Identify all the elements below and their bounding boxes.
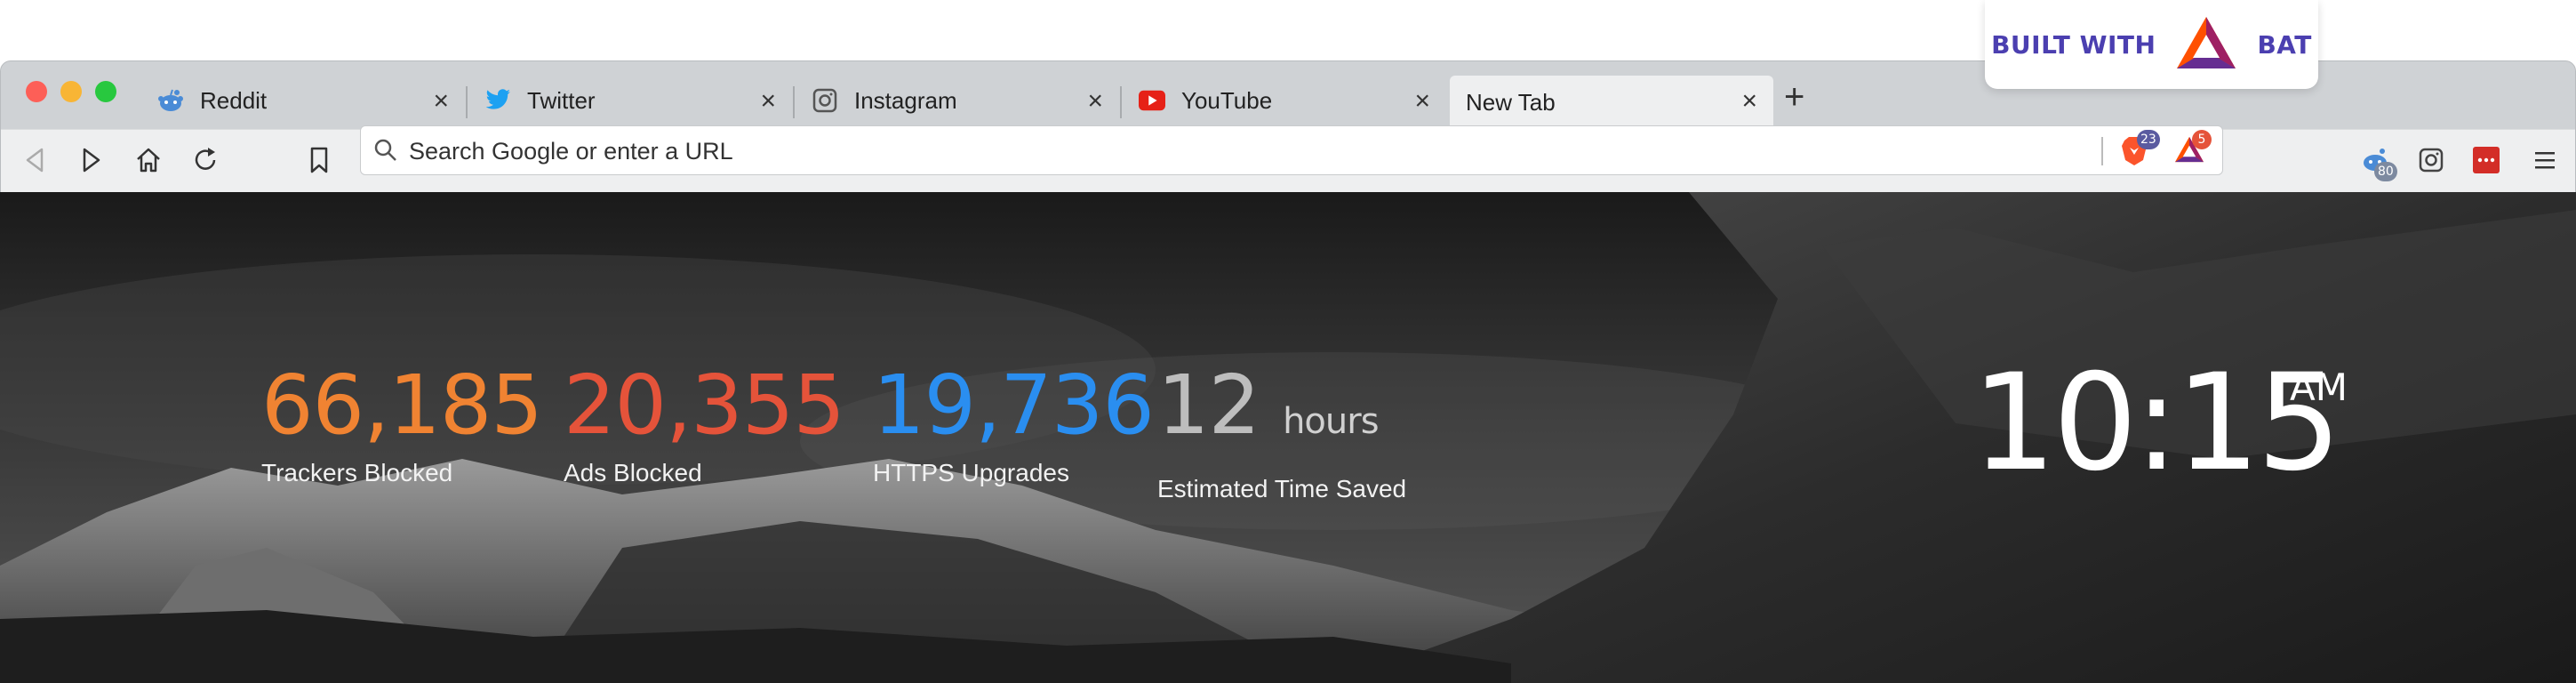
tab-label: Instagram bbox=[854, 86, 957, 114]
new-tab-page: 66,185 Trackers Blocked 20,355 Ads Block… bbox=[0, 192, 2576, 683]
forward-arrow-icon bbox=[83, 148, 100, 173]
tab-separator bbox=[466, 86, 468, 118]
close-tab-icon[interactable]: × bbox=[760, 86, 776, 117]
clock: 10:15 AM bbox=[1972, 346, 2348, 501]
brave-shield-count: 23 bbox=[2137, 130, 2160, 149]
close-tab-icon[interactable]: × bbox=[1087, 86, 1103, 117]
time-saved-label: Estimated Time Saved bbox=[1157, 475, 1407, 502]
clock-ampm: AM bbox=[2290, 366, 2348, 409]
reload-icon bbox=[195, 148, 216, 170]
lastpass-extension-button[interactable] bbox=[2470, 144, 2502, 176]
home-button[interactable] bbox=[132, 144, 164, 176]
new-tab-button[interactable]: + bbox=[1784, 77, 1804, 117]
bat-brand-text: BAT bbox=[2257, 29, 2312, 60]
time-saved-stat: 12 hours Estimated Time Saved bbox=[1157, 361, 1406, 503]
youtube-icon bbox=[1139, 87, 1165, 114]
home-icon bbox=[137, 148, 160, 173]
instagram-icon bbox=[812, 87, 838, 114]
time-saved-value: 12 bbox=[1157, 358, 1260, 453]
instagram-icon bbox=[2419, 148, 2444, 173]
trackers-blocked-label: Trackers Blocked bbox=[261, 459, 453, 486]
forward-button[interactable] bbox=[76, 144, 108, 176]
ads-blocked-stat: 20,355 Ads Blocked bbox=[564, 358, 845, 487]
close-tab-icon[interactable]: × bbox=[433, 86, 449, 117]
reload-button[interactable] bbox=[189, 144, 221, 176]
tab-youtube[interactable]: YouTube × bbox=[1123, 76, 1446, 125]
tab-instagram[interactable]: Instagram × bbox=[796, 76, 1119, 125]
brave-shields-button[interactable]: 23 bbox=[2119, 130, 2160, 167]
hamburger-menu-icon bbox=[2535, 152, 2555, 169]
close-tab-icon[interactable]: × bbox=[1741, 86, 1757, 117]
trackers-blocked-value: 66,185 bbox=[261, 358, 543, 453]
tab-label: Twitter bbox=[527, 86, 596, 114]
tab-label: Reddit bbox=[200, 86, 268, 114]
ads-blocked-label: Ads Blocked bbox=[564, 459, 702, 486]
menu-button[interactable] bbox=[2529, 144, 2561, 176]
tab-twitter[interactable]: Twitter × bbox=[468, 76, 792, 125]
time-saved-unit: hours bbox=[1283, 401, 1379, 442]
close-window-button[interactable] bbox=[26, 81, 47, 102]
tab-separator bbox=[793, 86, 795, 118]
minimize-window-button[interactable] bbox=[60, 81, 82, 102]
bat-rewards-count: 5 bbox=[2192, 130, 2212, 149]
back-arrow-icon bbox=[26, 148, 44, 173]
tab-new-tab[interactable]: New Tab × bbox=[1450, 76, 1773, 129]
bookmark-icon bbox=[310, 147, 328, 173]
built-with-bat-badge[interactable]: BUILT WITH BAT bbox=[1985, 0, 2318, 89]
twitter-icon bbox=[484, 87, 511, 114]
maximize-window-button[interactable] bbox=[95, 81, 116, 102]
tab-reddit[interactable]: Reddit × bbox=[141, 76, 465, 125]
bat-logo-icon bbox=[2175, 15, 2237, 75]
https-upgrades-value: 19,736 bbox=[873, 358, 1155, 453]
bat-rewards-button[interactable]: 5 bbox=[2174, 130, 2212, 167]
close-tab-icon[interactable]: × bbox=[1414, 86, 1430, 117]
search-input[interactable] bbox=[407, 132, 2011, 171]
reddit-icon bbox=[157, 87, 184, 114]
https-upgrades-label: HTTPS Upgrades bbox=[873, 459, 1069, 486]
instagram-extension-button[interactable] bbox=[2415, 144, 2447, 176]
tab-label: New Tab bbox=[1466, 88, 1556, 116]
tab-separator bbox=[1120, 86, 1122, 118]
trackers-blocked-stat: 66,185 Trackers Blocked bbox=[261, 358, 543, 487]
https-upgrades-stat: 19,736 HTTPS Upgrades bbox=[873, 358, 1155, 487]
reddit-extension-button[interactable]: 80 bbox=[2360, 144, 2397, 181]
tab-label: YouTube bbox=[1181, 86, 1273, 114]
url-bar[interactable]: 23 5 bbox=[360, 125, 2223, 175]
back-button[interactable] bbox=[19, 144, 51, 176]
search-icon bbox=[373, 138, 398, 167]
clock-time: 10:15 bbox=[1972, 346, 2341, 501]
lastpass-icon bbox=[2473, 147, 2500, 173]
ads-blocked-value: 20,355 bbox=[564, 358, 845, 453]
bookmark-button[interactable] bbox=[303, 144, 335, 176]
built-with-text: BUILT WITH bbox=[1991, 29, 2156, 60]
url-bar-divider bbox=[2101, 137, 2103, 165]
reddit-extension-count: 80 bbox=[2374, 162, 2397, 181]
